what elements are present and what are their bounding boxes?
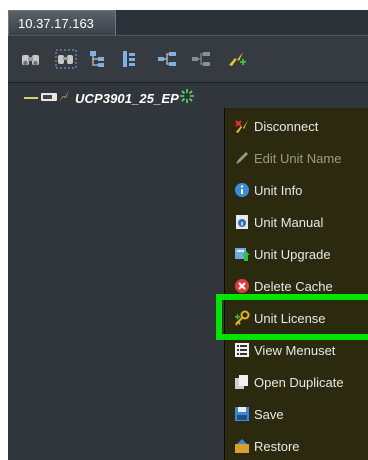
connected-lightning-icon bbox=[58, 89, 70, 108]
tree-expand-icon[interactable] bbox=[88, 49, 110, 69]
menu-item-label: Unit Manual bbox=[254, 214, 324, 230]
tree-node-label: UCP3901_25_EP bbox=[75, 90, 179, 106]
tree-node-unit[interactable]: UCP3901_25_EP bbox=[24, 88, 194, 108]
restore-icon bbox=[234, 438, 250, 454]
menu-item-unit-upgrade[interactable]: Unit Upgrade bbox=[225, 240, 368, 268]
tree-collapse-icon[interactable] bbox=[120, 49, 142, 69]
menu-item-label: Unit Upgrade bbox=[254, 246, 331, 262]
menu-item-label: Disconnect bbox=[254, 118, 319, 134]
menu-item-save[interactable]: Save bbox=[225, 400, 368, 428]
network-disabled-icon[interactable] bbox=[190, 49, 212, 69]
network-icon[interactable] bbox=[156, 49, 178, 69]
duplicate-icon bbox=[234, 374, 250, 390]
menu-item-label: Restore bbox=[254, 438, 300, 454]
menu-item-disconnect[interactable]: Disconnect bbox=[225, 112, 368, 140]
menu-item-unit-manual[interactable]: Unit Manual bbox=[225, 208, 368, 236]
list-icon bbox=[234, 342, 250, 358]
pencil-icon bbox=[234, 150, 250, 166]
device-tab[interactable]: 10.37.17.163 bbox=[8, 10, 116, 35]
menu-item-label: Open Duplicate bbox=[254, 374, 344, 390]
menu-item-open-duplicate[interactable]: Open Duplicate bbox=[225, 368, 368, 396]
cursor-sparkle-icon bbox=[179, 88, 194, 108]
unit-device-icon bbox=[41, 89, 57, 107]
menu-item-label: Delete Cache bbox=[254, 278, 333, 294]
upgrade-icon bbox=[234, 246, 250, 262]
menu-item-restore[interactable]: Restore bbox=[225, 432, 368, 460]
binoculars-select-icon[interactable] bbox=[55, 49, 77, 69]
highlight-box bbox=[216, 294, 368, 340]
menu-item-label: Edit Unit Name bbox=[254, 150, 342, 166]
menu-item-label: Save bbox=[254, 406, 284, 422]
menu-item-view-menuset[interactable]: View Menuset bbox=[225, 336, 368, 364]
toolbar bbox=[8, 35, 368, 82]
save-icon bbox=[234, 406, 250, 422]
menu-item-unit-info[interactable]: Unit Info bbox=[225, 176, 368, 204]
binoculars-icon[interactable] bbox=[20, 49, 42, 69]
info-icon bbox=[234, 182, 250, 198]
menu-item-label: View Menuset bbox=[254, 342, 336, 358]
context-menu: Disconnect Edit Unit Name Unit Info Unit… bbox=[224, 108, 368, 460]
add-unit-icon[interactable] bbox=[226, 49, 248, 69]
disconnect-icon bbox=[234, 118, 250, 134]
manual-icon bbox=[234, 214, 250, 230]
menu-item-label: Unit Info bbox=[254, 182, 303, 198]
tree-connector bbox=[24, 97, 38, 99]
menu-item-edit-unit-name[interactable]: Edit Unit Name bbox=[225, 144, 368, 172]
delete-icon bbox=[234, 278, 250, 294]
